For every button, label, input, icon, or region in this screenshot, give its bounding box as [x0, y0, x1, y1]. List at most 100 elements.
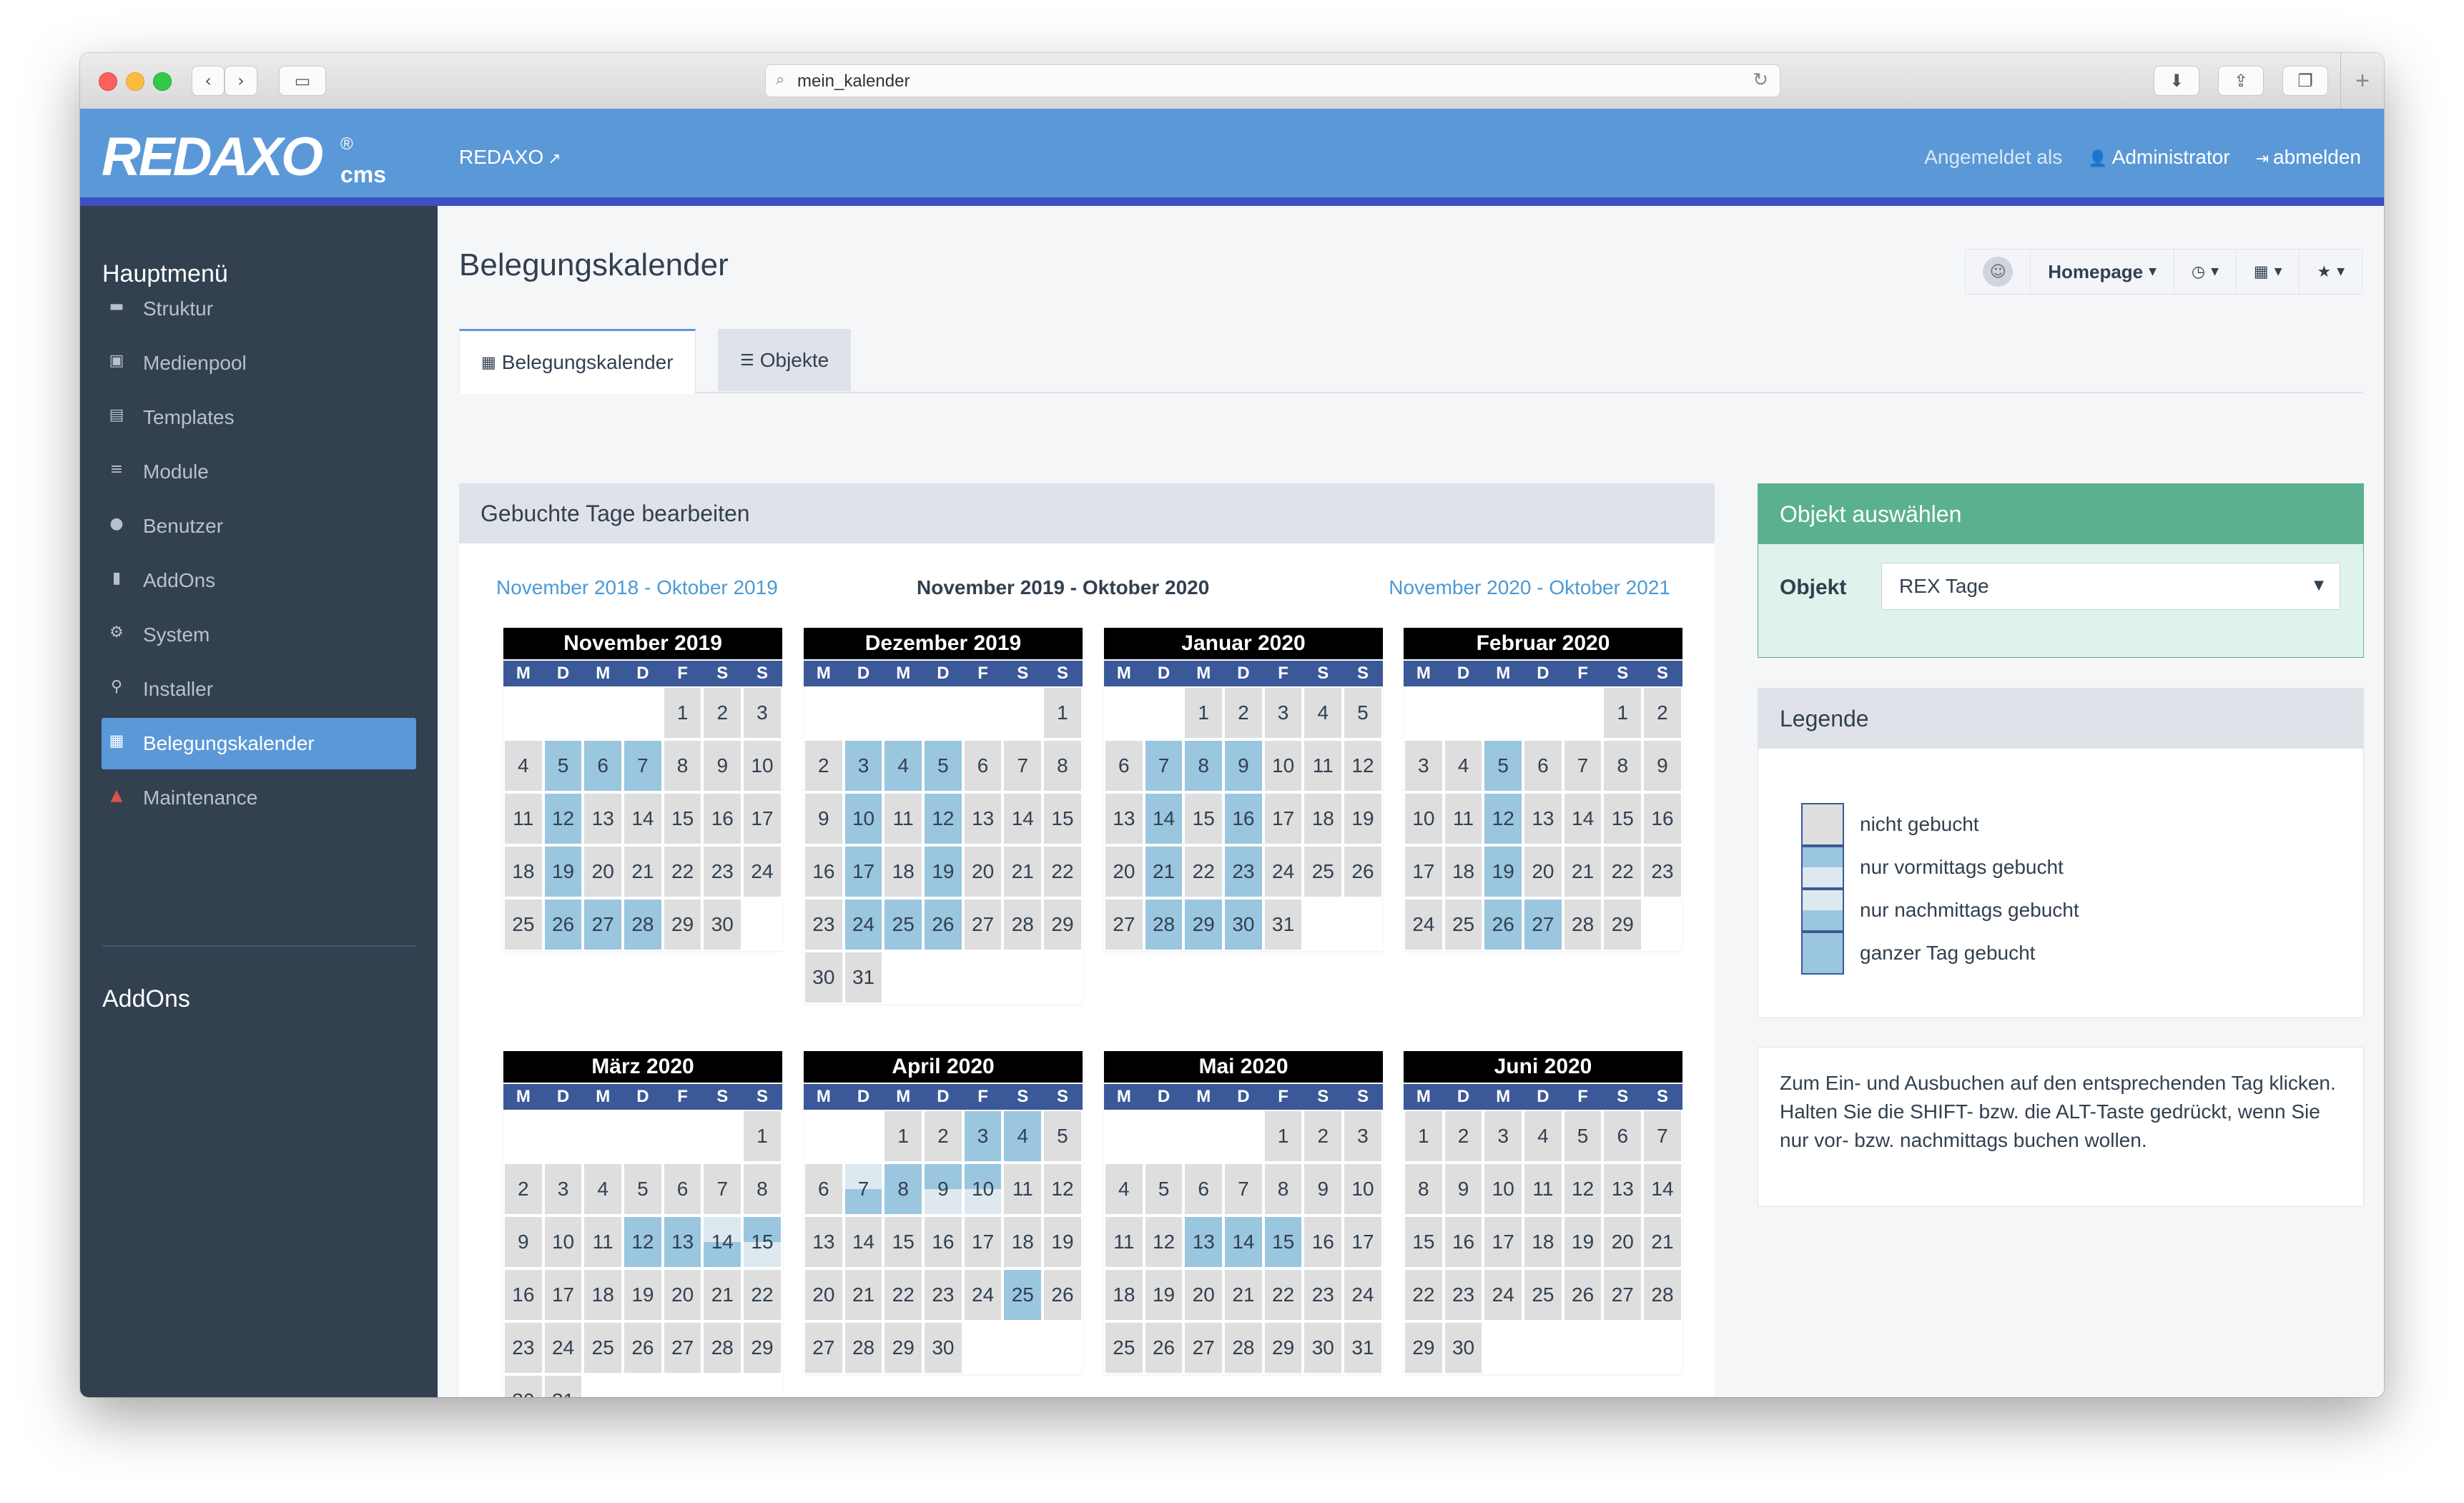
day-cell[interactable]: 13	[1523, 792, 1563, 845]
reload-icon[interactable]: ↻	[1753, 69, 1768, 91]
day-cell[interactable]: 5	[1562, 1110, 1603, 1163]
day-cell[interactable]: 13	[1602, 1163, 1643, 1216]
day-cell[interactable]: 20	[1523, 845, 1563, 898]
zoom-window-button[interactable]	[153, 72, 172, 91]
day-cell[interactable]: 28	[1223, 1321, 1263, 1374]
redaxo-logo[interactable]: REDAXO ® cms	[102, 126, 386, 188]
sidebar-icon[interactable]: ▭	[279, 66, 326, 96]
day-cell[interactable]: 3	[543, 1163, 583, 1216]
day-cell[interactable]: 9	[1303, 1163, 1344, 1216]
day-cell[interactable]: 17	[843, 845, 884, 898]
day-cell[interactable]: 13	[583, 792, 624, 845]
history-dropdown[interactable]: ◷ ▼	[2173, 250, 2236, 294]
day-cell[interactable]: 25	[1002, 1268, 1043, 1321]
day-cell[interactable]: 12	[1562, 1163, 1603, 1216]
day-cell[interactable]: 10	[1343, 1163, 1383, 1216]
day-cell[interactable]: 14	[702, 1216, 743, 1268]
day-cell[interactable]: 1	[742, 1110, 782, 1163]
day-cell[interactable]: 14	[1002, 792, 1043, 845]
day-cell[interactable]: 8	[742, 1163, 782, 1216]
day-cell[interactable]: 18	[1443, 845, 1484, 898]
day-cell[interactable]: 4	[1002, 1110, 1043, 1163]
day-cell[interactable]: 29	[1404, 1321, 1444, 1374]
tab-belegungskalender[interactable]: ▦ Belegungskalender	[459, 329, 696, 394]
day-cell[interactable]: 5	[1343, 686, 1383, 739]
day-cell[interactable]: 29	[1183, 898, 1224, 951]
day-cell[interactable]: 15	[742, 1216, 782, 1268]
day-cell[interactable]: 1	[662, 686, 703, 739]
day-cell[interactable]: 11	[503, 792, 543, 845]
day-cell[interactable]: 31	[1263, 898, 1304, 951]
day-cell[interactable]: 23	[702, 845, 743, 898]
address-bar[interactable]: ⌕ mein_kalender ↻	[765, 64, 1780, 97]
day-cell[interactable]: 29	[1043, 898, 1083, 951]
day-cell[interactable]: 5	[1143, 1163, 1184, 1216]
day-cell[interactable]: 6	[962, 739, 1003, 792]
sidebar-item-maintenance[interactable]: ▲ Maintenance	[102, 772, 416, 824]
day-cell[interactable]: 12	[1043, 1163, 1083, 1216]
day-cell[interactable]: 4	[883, 739, 924, 792]
day-cell[interactable]: 24	[543, 1321, 583, 1374]
day-cell[interactable]: 28	[702, 1321, 743, 1374]
day-cell[interactable]: 18	[1002, 1216, 1043, 1268]
day-cell[interactable]: 15	[883, 1216, 924, 1268]
day-cell[interactable]: 12	[923, 792, 963, 845]
day-cell[interactable]: 18	[503, 845, 543, 898]
day-cell[interactable]: 3	[843, 739, 884, 792]
day-cell[interactable]: 17	[1483, 1216, 1524, 1268]
day-cell[interactable]: 23	[1642, 845, 1682, 898]
day-cell[interactable]: 7	[1223, 1163, 1263, 1216]
day-cell[interactable]: 22	[1263, 1268, 1304, 1321]
day-cell[interactable]: 12	[543, 792, 583, 845]
day-cell[interactable]: 4	[1443, 739, 1484, 792]
day-cell[interactable]: 17	[962, 1216, 1003, 1268]
day-cell[interactable]: 11	[1523, 1163, 1563, 1216]
day-cell[interactable]: 24	[843, 898, 884, 951]
day-cell[interactable]: 22	[742, 1268, 782, 1321]
day-cell[interactable]: 10	[1263, 739, 1304, 792]
day-cell[interactable]: 26	[1483, 898, 1524, 951]
day-cell[interactable]: 6	[583, 739, 624, 792]
day-cell[interactable]: 1	[1404, 1110, 1444, 1163]
day-cell[interactable]: 19	[1143, 1268, 1184, 1321]
day-cell[interactable]: 25	[1523, 1268, 1563, 1321]
day-cell[interactable]: 3	[962, 1110, 1003, 1163]
day-cell[interactable]: 9	[503, 1216, 543, 1268]
sidebar-item-benutzer[interactable]: ● Benutzer	[102, 501, 416, 552]
frontend-link[interactable]: REDAXO ↗	[459, 146, 561, 169]
day-cell[interactable]: 2	[804, 739, 844, 792]
day-cell[interactable]: 23	[503, 1321, 543, 1374]
day-cell[interactable]: 24	[1343, 1268, 1383, 1321]
prev-range-link[interactable]: November 2018 - Oktober 2019	[496, 576, 778, 599]
sidebar-item-medienpool[interactable]: ▣ Medienpool	[102, 337, 416, 389]
day-cell[interactable]: 10	[742, 739, 782, 792]
day-cell[interactable]: 11	[1002, 1163, 1043, 1216]
day-cell[interactable]: 13	[1104, 792, 1144, 845]
day-cell[interactable]: 21	[1002, 845, 1043, 898]
day-cell[interactable]: 23	[1223, 845, 1263, 898]
day-cell[interactable]: 28	[1562, 898, 1603, 951]
new-tab-icon[interactable]: +	[2340, 53, 2384, 109]
day-cell[interactable]: 12	[623, 1216, 663, 1268]
minimize-window-button[interactable]	[126, 72, 144, 91]
day-cell[interactable]: 15	[1183, 792, 1224, 845]
day-cell[interactable]: 15	[662, 792, 703, 845]
day-cell[interactable]: 26	[543, 898, 583, 951]
day-cell[interactable]: 6	[1183, 1163, 1224, 1216]
day-cell[interactable]: 19	[1043, 1216, 1083, 1268]
day-cell[interactable]: 3	[1404, 739, 1444, 792]
day-cell[interactable]: 16	[804, 845, 844, 898]
day-cell[interactable]: 24	[1263, 845, 1304, 898]
day-cell[interactable]: 23	[1443, 1268, 1484, 1321]
day-cell[interactable]: 14	[1223, 1216, 1263, 1268]
day-cell[interactable]: 27	[1183, 1321, 1224, 1374]
day-cell[interactable]: 1	[1602, 686, 1643, 739]
day-cell[interactable]: 14	[843, 1216, 884, 1268]
day-cell[interactable]: 16	[503, 1268, 543, 1321]
day-cell[interactable]: 20	[1104, 845, 1144, 898]
day-cell[interactable]: 3	[1483, 1110, 1524, 1163]
day-cell[interactable]: 26	[1562, 1268, 1603, 1321]
day-cell[interactable]: 9	[1443, 1163, 1484, 1216]
day-cell[interactable]: 19	[1483, 845, 1524, 898]
day-cell[interactable]: 24	[1483, 1268, 1524, 1321]
